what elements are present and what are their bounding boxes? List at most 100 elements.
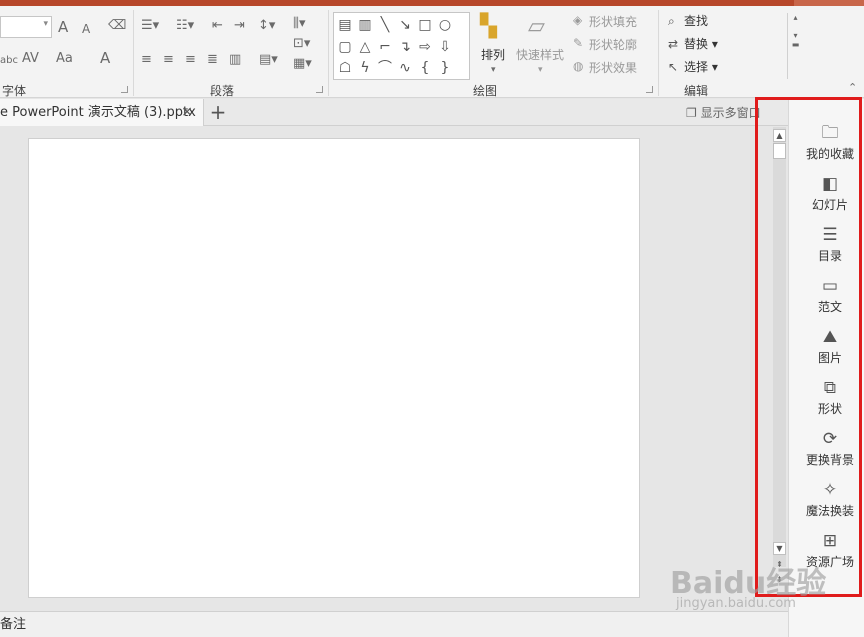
align-center-icon[interactable]: ≡ [163, 52, 174, 68]
rounded-rect-shape-icon[interactable]: ▢ [336, 39, 354, 55]
ribbon: A A ⌫ abc AV Aa A 字体 ☰▾ ☷▾ ⇤ ⇥ ↕▾ ⫼▾ ⊡▾ … [0, 6, 864, 98]
quick-styles-dropdown-icon[interactable]: ▾ [538, 62, 543, 78]
curve-shape-icon[interactable]: ∿ [396, 60, 414, 76]
distributed-icon[interactable]: ▥ [229, 52, 241, 68]
right-arrow-shape-icon[interactable]: ⇨ [416, 39, 434, 55]
arc-shape-icon[interactable]: ⌒ [376, 60, 394, 76]
justify-icon[interactable]: ≣ [207, 52, 218, 68]
cursor-icon: ↖ [668, 60, 679, 74]
notes-label: 备注 [0, 617, 27, 632]
shape-outline-button[interactable]: 形状轮廓 [589, 36, 637, 53]
arrange-dropdown-icon[interactable]: ▾ [491, 62, 496, 78]
increase-indent-icon[interactable]: ⇥ [234, 18, 245, 34]
shape-fill-button[interactable]: 形状填充 [589, 13, 637, 30]
scroll-track[interactable] [773, 127, 786, 567]
quick-styles-icon[interactable]: ▱ [528, 14, 545, 40]
shrink-font-button[interactable]: A [82, 21, 90, 37]
replace-label: 替换 [684, 37, 709, 51]
slides-icon: ◧ [821, 174, 839, 194]
right-brace-shape-icon[interactable]: } [436, 60, 454, 76]
align-left-icon[interactable]: ≡ [141, 52, 152, 68]
group-label-paragraph: 段落 [210, 84, 235, 98]
elbow-connector-shape-icon[interactable]: ⌐ [376, 39, 394, 55]
effects-icon: ◍ [573, 59, 584, 73]
grow-font-button[interactable]: A [58, 19, 68, 35]
panel-item-images[interactable]: ⛰ 图片 [800, 325, 860, 366]
shapes-icon: ⧉ [823, 378, 837, 398]
clear-format-icon[interactable]: ⌫ [108, 18, 126, 34]
panel-item-toc[interactable]: ☰ 目录 [800, 223, 860, 264]
decrease-indent-icon[interactable]: ⇤ [212, 18, 223, 34]
left-brace-shape-icon[interactable]: { [416, 60, 434, 76]
smartart-icon[interactable]: ▦▾ [293, 56, 312, 72]
panel-item-label: 形状 [817, 402, 842, 416]
panel-item-slides[interactable]: ◧ 幻灯片 [800, 172, 860, 213]
triangle-shape-icon[interactable]: △ [356, 39, 374, 55]
strikethrough-sample[interactable]: abc [0, 53, 18, 69]
font-dialog-launcher[interactable] [121, 86, 128, 93]
panel-item-favorites[interactable]: 🗀 我的收藏 [800, 121, 860, 162]
quick-styles-button[interactable]: 快速样式 [516, 46, 564, 63]
close-tab-icon[interactable]: × [181, 99, 193, 126]
shapes-gallery[interactable]: ▤ ▥ ╲ ↘ □ ○ ▢ △ ⌐ ↴ ⇨ ⇩ ☖ ϟ ⌒ ∿ { } ▴ ▾ ▬ [333, 12, 799, 80]
group-separator [133, 10, 134, 96]
watermark: Baidu经验 jingyan.baidu.com [664, 550, 864, 630]
paragraph-dialog-launcher[interactable] [316, 86, 323, 93]
panel-item-samples[interactable]: ▭ 范文 [800, 274, 860, 315]
add-tab-button[interactable]: + [207, 102, 229, 124]
change-case-button[interactable]: Aa [56, 51, 73, 67]
search-icon: ⌕ [668, 14, 675, 28]
numbering-icon[interactable]: ☷▾ [176, 18, 194, 34]
panel-item-label: 魔法换装 [805, 504, 854, 518]
replace-button[interactable]: ⇄ 替换 ▾ [668, 35, 718, 52]
gallery-scroll[interactable]: ▴ ▾ ▬ [787, 13, 803, 79]
align-right-icon[interactable]: ≡ [185, 52, 196, 68]
scroll-up-icon[interactable]: ▲ [773, 129, 786, 142]
replace-icon: ⇄ [668, 37, 679, 51]
scroll-thumb[interactable] [773, 143, 786, 159]
panel-item-shapes[interactable]: ⧉ 形状 [800, 376, 860, 417]
char-spacing-button[interactable]: AV [22, 51, 39, 67]
text-direction-icon[interactable]: ⫼▾ [293, 16, 306, 32]
arrow-line-shape-icon[interactable]: ↘ [396, 17, 414, 33]
image-icon: ⛰ [822, 327, 838, 347]
panel-item-magic[interactable]: ✧ 魔法换装 [800, 478, 860, 519]
drawing-dialog-launcher[interactable] [646, 86, 653, 93]
panel-item-label: 目录 [817, 249, 842, 263]
paint-bucket-icon: ◈ [573, 13, 583, 27]
watermark-url: jingyan.baidu.com [676, 596, 796, 611]
align-text-icon[interactable]: ⊡▾ [293, 36, 310, 52]
scribble-shape-icon[interactable]: ϟ [356, 60, 374, 76]
arrange-icon[interactable]: ▚ [480, 14, 497, 40]
vertical-textbox-shape-icon[interactable]: ▥ [356, 17, 374, 33]
select-button[interactable]: ↖ 选择 ▾ [668, 58, 718, 75]
multi-window-button[interactable]: ❐ 显示多窗口 [686, 104, 761, 121]
multi-window-label: 显示多窗口 [700, 106, 761, 120]
slide-canvas[interactable] [28, 138, 640, 598]
slide-workspace [0, 127, 770, 610]
bullets-icon[interactable]: ☰▾ [141, 18, 159, 34]
font-size-input[interactable] [0, 16, 52, 38]
group-separator [658, 10, 659, 96]
panel-item-label: 更换背景 [805, 453, 854, 467]
panel-item-background[interactable]: ⟳ 更换背景 [800, 427, 860, 468]
columns-icon[interactable]: ▤▾ [259, 52, 278, 68]
windows-icon: ❐ [686, 106, 701, 120]
elbow-arrow-shape-icon[interactable]: ↴ [396, 39, 414, 55]
freeform-shape-icon[interactable]: ☖ [336, 60, 354, 76]
textbox-shape-icon[interactable]: ▤ [336, 17, 354, 33]
font-color-button[interactable]: A [100, 50, 110, 66]
line-spacing-icon[interactable]: ↕▾ [258, 18, 275, 34]
collapse-ribbon-icon[interactable]: ⌃ [848, 80, 857, 96]
rectangle-shape-icon[interactable]: □ [416, 17, 434, 33]
find-button[interactable]: ⌕ 查找 [668, 12, 708, 29]
document-tab-title: e PowerPoint 演示文稿 (3).pptx [0, 105, 196, 120]
down-arrow-shape-icon[interactable]: ⇩ [436, 39, 454, 55]
vertical-scrollbar[interactable]: ▲ ▼ ⇞ ⇟ [771, 127, 788, 610]
shape-effects-button[interactable]: 形状效果 [589, 59, 637, 76]
arrange-button[interactable]: 排列 [481, 46, 505, 63]
oval-shape-icon[interactable]: ○ [436, 17, 454, 33]
select-label: 选择 [684, 60, 709, 74]
line-shape-icon[interactable]: ╲ [376, 17, 394, 33]
document-tab[interactable]: e PowerPoint 演示文稿 (3).pptx × [0, 99, 204, 126]
